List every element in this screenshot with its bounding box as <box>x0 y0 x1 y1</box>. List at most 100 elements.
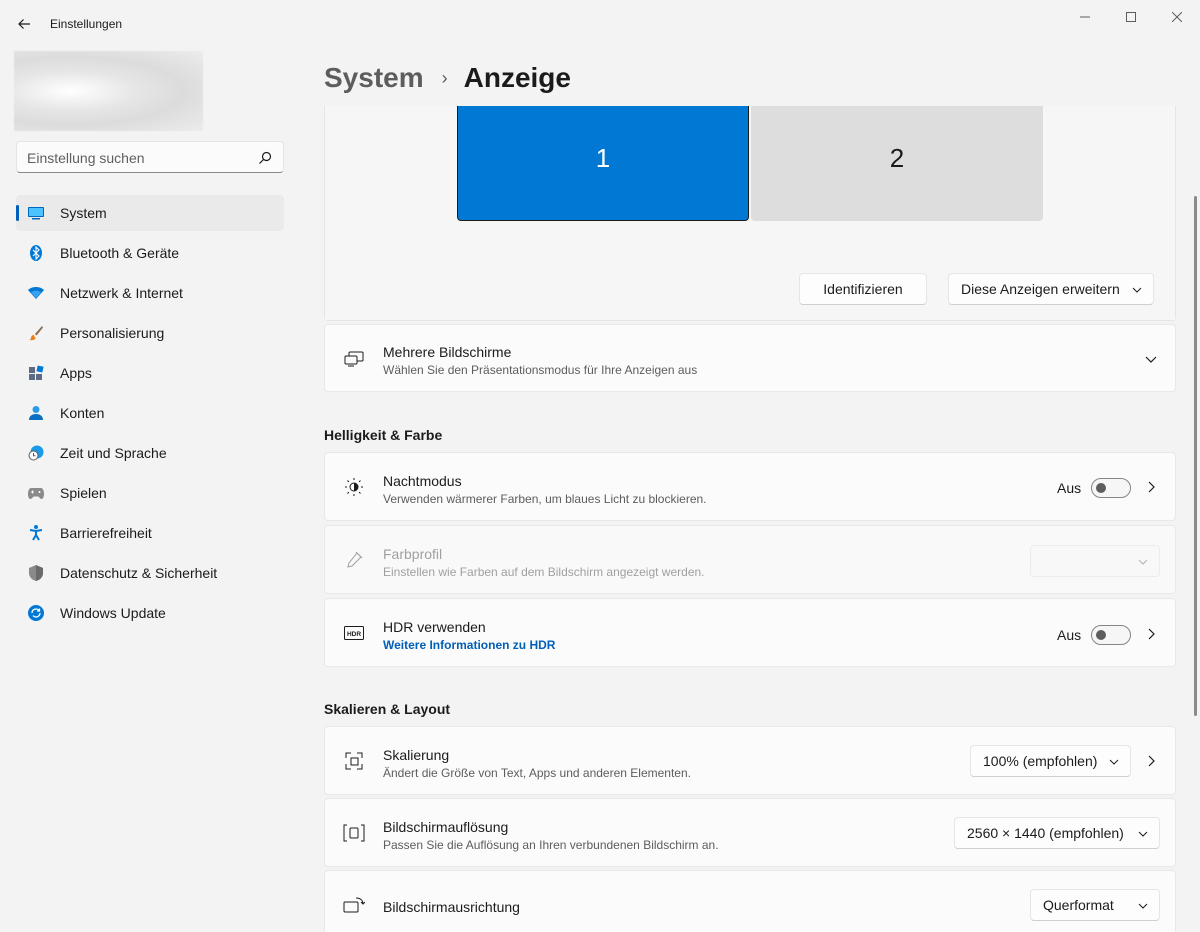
sidebar-item-privacy[interactable]: Datenschutz & Sicherheit <box>16 555 284 591</box>
identify-button-label: Identifizieren <box>823 281 903 297</box>
chevron-right-icon[interactable] <box>1145 755 1157 767</box>
sidebar-item-bluetooth[interactable]: Bluetooth & Geräte <box>16 235 284 271</box>
sidebar-item-label: Zeit und Sprache <box>60 445 167 461</box>
sidebar-item-label: Barrierefreiheit <box>60 525 152 541</box>
multiple-displays-card[interactable]: Mehrere Bildschirme Wählen Sie den Präse… <box>324 324 1176 392</box>
bluetooth-icon <box>28 245 44 261</box>
night-mode-card[interactable]: Nachtmodus Verwenden wärmerer Farben, um… <box>324 452 1176 521</box>
vertical-scrollbar[interactable] <box>1194 196 1197 716</box>
sidebar-item-label: Windows Update <box>60 605 166 621</box>
color-profile-subtitle: Einstellen wie Farben auf dem Bildschirm… <box>383 565 705 579</box>
sidebar-item-label: Personalisierung <box>60 325 165 341</box>
chevron-down-icon <box>1109 759 1119 765</box>
resolution-title: Bildschirmauflösung <box>383 819 509 835</box>
sidebar-nav: System Bluetooth & Geräte Netzwerk & Int… <box>16 195 284 635</box>
sidebar-item-label: Bluetooth & Geräte <box>60 245 180 261</box>
minimize-button[interactable] <box>1062 2 1108 32</box>
hdr-info-link[interactable]: Weitere Informationen zu HDR <box>383 638 555 652</box>
multiple-displays-title: Mehrere Bildschirme <box>383 344 512 360</box>
eyedropper-icon <box>343 549 365 571</box>
monitor-2[interactable]: 2 <box>751 106 1043 221</box>
scale-title: Skalierung <box>383 747 450 763</box>
scale-icon <box>343 750 365 772</box>
settings-content[interactable]: 1 2 Identifizieren Diese Anzeigen erweit… <box>320 106 1184 932</box>
minimize-icon <box>1080 16 1090 18</box>
resolution-icon <box>343 822 365 844</box>
chevron-down-icon <box>1132 287 1142 293</box>
title-bar: Einstellungen <box>0 0 1200 48</box>
toggle-knob <box>1096 483 1106 493</box>
scale-subtitle: Ändert die Größe von Text, Apps und ande… <box>383 766 691 780</box>
brightness-section-title: Helligkeit & Farbe <box>324 427 443 443</box>
shield-icon <box>28 565 44 581</box>
gamepad-icon <box>28 485 44 501</box>
toggle-knob <box>1096 630 1106 640</box>
hdr-state: Aus <box>1057 627 1082 643</box>
orientation-icon <box>343 895 365 917</box>
color-profile-dropdown <box>1030 545 1160 577</box>
search-box[interactable] <box>16 141 284 173</box>
sidebar-item-accounts[interactable]: Konten <box>16 395 284 431</box>
night-mode-icon <box>343 476 365 498</box>
sidebar-item-label: Spielen <box>60 485 107 501</box>
scale-value: 100% (empfohlen) <box>983 753 1098 769</box>
svg-text:HDR: HDR <box>347 631 361 638</box>
search-input[interactable] <box>27 148 247 168</box>
scale-card[interactable]: Skalierung Ändert die Größe von Text, Ap… <box>324 726 1176 795</box>
chevron-down-icon <box>1138 903 1148 909</box>
maximize-icon <box>1126 12 1136 22</box>
color-profile-title: Farbprofil <box>383 546 443 562</box>
update-icon <box>28 605 44 621</box>
identify-button[interactable]: Identifizieren <box>799 273 927 305</box>
hdr-icon: HDR <box>343 622 365 644</box>
clock-globe-icon <box>28 445 44 461</box>
sidebar-item-windows-update[interactable]: Windows Update <box>16 595 284 631</box>
user-avatar[interactable] <box>14 51 203 131</box>
orientation-dropdown[interactable]: Querformat <box>1030 889 1160 921</box>
extend-displays-dropdown[interactable]: Diese Anzeigen erweitern <box>948 273 1154 305</box>
account-icon <box>28 405 44 421</box>
page-title: Anzeige <box>463 62 571 93</box>
extend-displays-label: Diese Anzeigen erweitern <box>961 281 1120 297</box>
night-mode-title: Nachtmodus <box>383 473 462 489</box>
hdr-toggle[interactable] <box>1091 625 1131 645</box>
chevron-down-icon[interactable] <box>1145 353 1157 365</box>
back-button[interactable] <box>10 10 38 38</box>
sidebar-item-label: Datenschutz & Sicherheit <box>60 565 218 581</box>
multiple-displays-icon <box>343 348 365 370</box>
sidebar-item-gaming[interactable]: Spielen <box>16 475 284 511</box>
chevron-down-icon <box>1138 831 1148 837</box>
resolution-subtitle: Passen Sie die Auflösung an Ihren verbun… <box>383 838 719 852</box>
orientation-title: Bildschirmausrichtung <box>383 899 520 915</box>
resolution-dropdown[interactable]: 2560 × 1440 (empfohlen) <box>954 817 1160 849</box>
layout-section-title: Skalieren & Layout <box>324 701 451 717</box>
maximize-button[interactable] <box>1108 2 1154 32</box>
chevron-right-icon[interactable] <box>1145 628 1157 640</box>
hdr-card[interactable]: HDR HDR verwenden Weitere Informationen … <box>324 598 1176 667</box>
orientation-card[interactable]: Bildschirmausrichtung Querformat <box>324 870 1176 932</box>
sidebar-item-time-language[interactable]: Zeit und Sprache <box>16 435 284 471</box>
wifi-icon <box>28 285 44 301</box>
sidebar-item-label: Konten <box>60 405 105 421</box>
sidebar-item-personalization[interactable]: Personalisierung <box>16 315 284 351</box>
accessibility-icon <box>28 525 44 541</box>
search-icon[interactable] <box>257 150 273 166</box>
scale-dropdown[interactable]: 100% (empfohlen) <box>970 745 1131 777</box>
arrow-left-icon <box>18 19 30 29</box>
sidebar-item-apps[interactable]: Apps <box>16 355 284 391</box>
monitor-1[interactable]: 1 <box>457 106 749 221</box>
chevron-right-icon[interactable] <box>1145 481 1157 493</box>
close-button[interactable] <box>1154 2 1200 32</box>
sidebar-item-system[interactable]: System <box>16 195 284 231</box>
close-icon <box>1172 12 1182 22</box>
system-icon <box>28 205 44 221</box>
sidebar-item-accessibility[interactable]: Barrierefreiheit <box>16 515 284 551</box>
sidebar-item-label: System <box>60 205 107 221</box>
sidebar-item-label: Netzwerk & Internet <box>60 285 183 301</box>
sidebar-item-network[interactable]: Netzwerk & Internet <box>16 275 284 311</box>
breadcrumb-parent[interactable]: System <box>324 62 424 94</box>
multiple-displays-subtitle: Wählen Sie den Präsentationsmodus für Ih… <box>383 363 698 377</box>
app-title: Einstellungen <box>50 17 123 31</box>
resolution-card[interactable]: Bildschirmauflösung Passen Sie die Auflö… <box>324 798 1176 867</box>
night-mode-toggle[interactable] <box>1091 478 1131 498</box>
